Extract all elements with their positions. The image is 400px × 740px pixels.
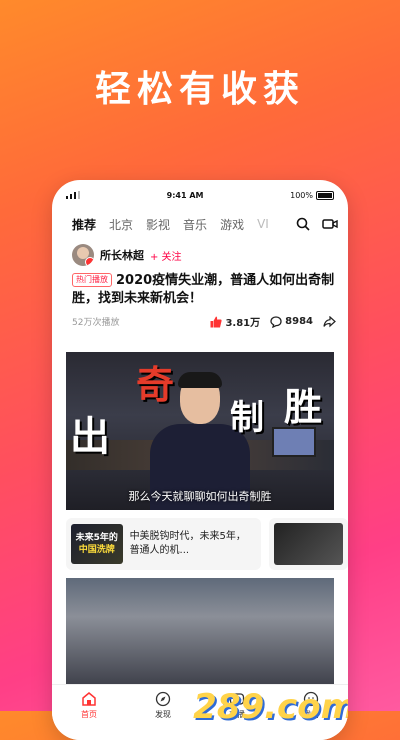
battery-indicator: 100% (290, 190, 334, 200)
phone-frame: 9:41 AM 100% 推荐 北京 影视 音乐 游戏 VI 所长林超 + 关注… (52, 180, 348, 740)
next-video-preview[interactable] (66, 578, 334, 688)
overlay-char-4: 胜 (284, 385, 323, 429)
video-camera-icon[interactable] (322, 217, 338, 231)
share-icon[interactable] (323, 315, 336, 328)
author-name[interactable]: 所长林超 (100, 247, 144, 263)
post-title[interactable]: 热门播放 2020疫情失业潮，普通人如何出奇制胜，找到未来新机会！ (72, 272, 336, 308)
comment-icon (270, 315, 282, 328)
overlay-char-3: 制 (230, 398, 264, 438)
channel-tabs: 推荐 北京 影视 音乐 游戏 VI (52, 206, 348, 236)
post-author: 所长林超 + 关注 (72, 244, 336, 266)
related-thumbnail: 未来5年的 中国洗牌 (71, 524, 123, 564)
tab-beijing[interactable]: 北京 (109, 216, 133, 233)
tab-film[interactable]: 影视 (146, 216, 170, 233)
status-time: 9:41 AM (166, 190, 204, 200)
related-videos: 未来5年的 中国洗牌 中美脱钩时代，未来5年，普通人的机... (66, 518, 348, 570)
home-icon (82, 692, 96, 706)
tab-recommend[interactable]: 推荐 (72, 216, 96, 233)
nav-home[interactable]: 首页 (81, 691, 97, 740)
tab-vlog[interactable]: VI (257, 217, 269, 231)
related-video-card-2[interactable] (268, 518, 348, 570)
site-watermark: 289.com手游网 (193, 687, 348, 736)
status-bar: 9:41 AM 100% (52, 184, 348, 206)
related-video-card[interactable]: 未来5年的 中国洗牌 中美脱钩时代，未来5年，普通人的机... (66, 518, 261, 570)
comment-button[interactable]: 8984 (270, 315, 313, 328)
related-title: 中美脱钩时代，未来5年，普通人的机... (129, 531, 246, 556)
background-monitor (272, 427, 316, 457)
thumbs-up-icon (210, 316, 223, 327)
feed-post: 所长林超 + 关注 热门播放 2020疫情失业潮，普通人如何出奇制胜，找到未来新机… (52, 236, 348, 329)
overlay-char-1: 出 (70, 414, 110, 460)
signal-icon (66, 191, 80, 199)
battery-icon (316, 190, 334, 200)
video-player[interactable]: 出 奇 制 胜 那么今天就聊聊如何出奇制胜 (66, 352, 334, 510)
verified-icon (85, 257, 94, 266)
search-icon[interactable] (296, 217, 310, 231)
post-meta: 52万次播放 3.81万 8984 (72, 314, 336, 329)
like-button[interactable]: 3.81万 (210, 314, 260, 329)
play-count: 52万次播放 (72, 318, 120, 328)
follow-button[interactable]: + 关注 (150, 248, 182, 263)
author-avatar[interactable] (72, 244, 94, 266)
compass-icon (155, 691, 171, 707)
overlay-char-2: 奇 (136, 363, 175, 407)
nav-discover[interactable]: 发现 (155, 691, 171, 740)
tab-music[interactable]: 音乐 (183, 216, 207, 233)
tab-games[interactable]: 游戏 (220, 216, 244, 233)
promo-headline: 轻松有收获 (94, 69, 305, 110)
video-subtitle: 那么今天就聊聊如何出奇制胜 (128, 490, 272, 503)
hot-tag: 热门播放 (72, 273, 112, 287)
related-thumbnail-2 (273, 523, 343, 565)
